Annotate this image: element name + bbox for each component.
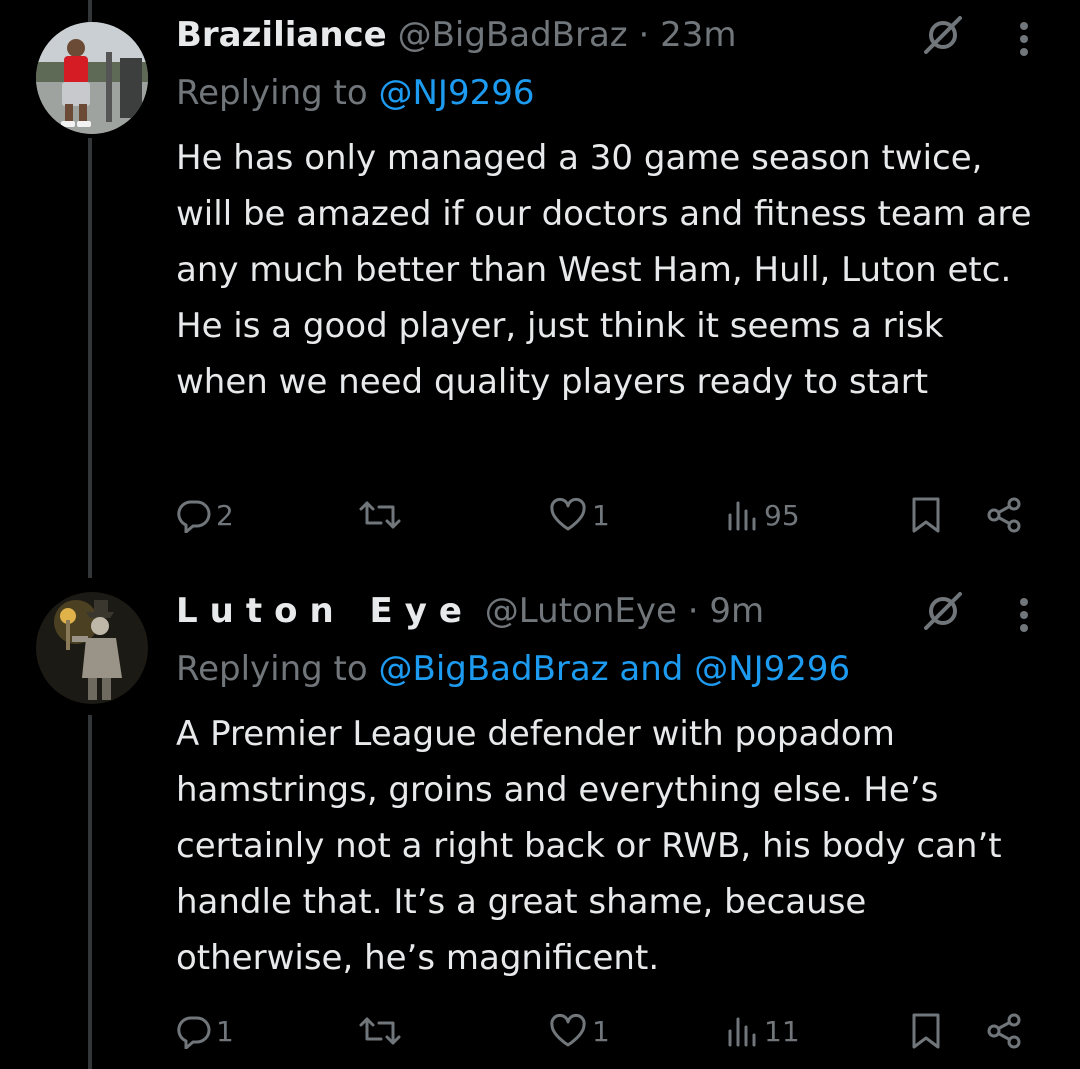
action-bar: 2 1 95 — [176, 490, 1036, 540]
mention-link[interactable]: @NJ9296 — [379, 73, 535, 113]
share-button[interactable] — [984, 490, 1024, 540]
display-name[interactable]: Luton Eye — [176, 591, 474, 631]
bookmark-icon — [912, 1013, 940, 1049]
repost-icon — [359, 501, 401, 529]
bookmark-button[interactable] — [908, 1006, 944, 1056]
separator: · — [638, 15, 650, 55]
views-icon — [728, 501, 756, 531]
repost-button[interactable] — [358, 1006, 406, 1056]
bookmark-icon — [912, 497, 940, 533]
views-button[interactable]: 11 — [724, 1006, 800, 1056]
repost-button[interactable] — [358, 490, 406, 540]
timestamp[interactable]: 9m — [709, 591, 764, 631]
view-count: 95 — [764, 498, 800, 532]
avatar[interactable] — [36, 592, 148, 704]
avatar[interactable] — [36, 22, 148, 134]
replying-prefix: Replying to — [176, 649, 368, 689]
share-icon — [987, 1013, 1021, 1049]
tweet-header: Luton Eye @LutonEye · 9m — [176, 586, 950, 636]
tweet-text: He has only managed a 30 game season twi… — [176, 138, 1032, 402]
display-name[interactable]: Braziliance — [176, 15, 387, 55]
more-icon[interactable] — [1012, 14, 1036, 64]
reply-button[interactable]: 1 — [176, 1006, 234, 1056]
reply-icon — [177, 500, 211, 533]
mention-link[interactable]: @NJ9296 — [694, 649, 850, 689]
reply-count: 1 — [216, 1014, 234, 1048]
separator: · — [687, 591, 699, 631]
mention-link[interactable]: @BigBadBraz — [379, 649, 609, 689]
replying-to: Replying to @NJ9296 — [176, 68, 535, 118]
like-icon — [550, 497, 586, 531]
tweet-text: A Premier League defender with popadom h… — [176, 714, 1002, 978]
replying-prefix: Replying to — [176, 73, 368, 113]
reply-button[interactable]: 2 — [176, 490, 234, 540]
replying-to: Replying to @BigBadBraz and @NJ9296 — [176, 644, 850, 694]
slash-icon[interactable] — [918, 10, 968, 60]
share-icon — [987, 497, 1021, 533]
like-button[interactable]: 1 — [548, 1006, 610, 1056]
reply-icon — [177, 1016, 211, 1049]
view-count: 11 — [764, 1014, 800, 1048]
views-icon — [728, 1017, 756, 1047]
tweet-header: Braziliance @BigBadBraz · 23m — [176, 10, 950, 60]
like-count: 1 — [592, 1014, 610, 1048]
action-bar: 1 1 11 — [176, 1006, 1036, 1056]
repost-icon — [359, 1017, 401, 1045]
bookmark-button[interactable] — [908, 490, 944, 540]
like-button[interactable]: 1 — [548, 490, 610, 540]
more-icon[interactable] — [1012, 590, 1036, 640]
share-button[interactable] — [984, 1006, 1024, 1056]
reply-count: 2 — [216, 498, 234, 532]
views-button[interactable]: 95 — [724, 490, 800, 540]
like-icon — [550, 1013, 586, 1047]
tweet[interactable]: Braziliance @BigBadBraz · 23m Replying t… — [0, 0, 1080, 560]
handle[interactable]: @LutonEye — [485, 591, 677, 631]
handle[interactable]: @BigBadBraz — [398, 15, 628, 55]
mention-joiner: and — [619, 649, 684, 689]
slash-icon[interactable] — [918, 586, 968, 636]
tweet[interactable]: Luton Eye @LutonEye · 9m Replying to @Bi… — [0, 578, 1080, 1069]
like-count: 1 — [592, 498, 610, 532]
timestamp[interactable]: 23m — [660, 15, 736, 55]
